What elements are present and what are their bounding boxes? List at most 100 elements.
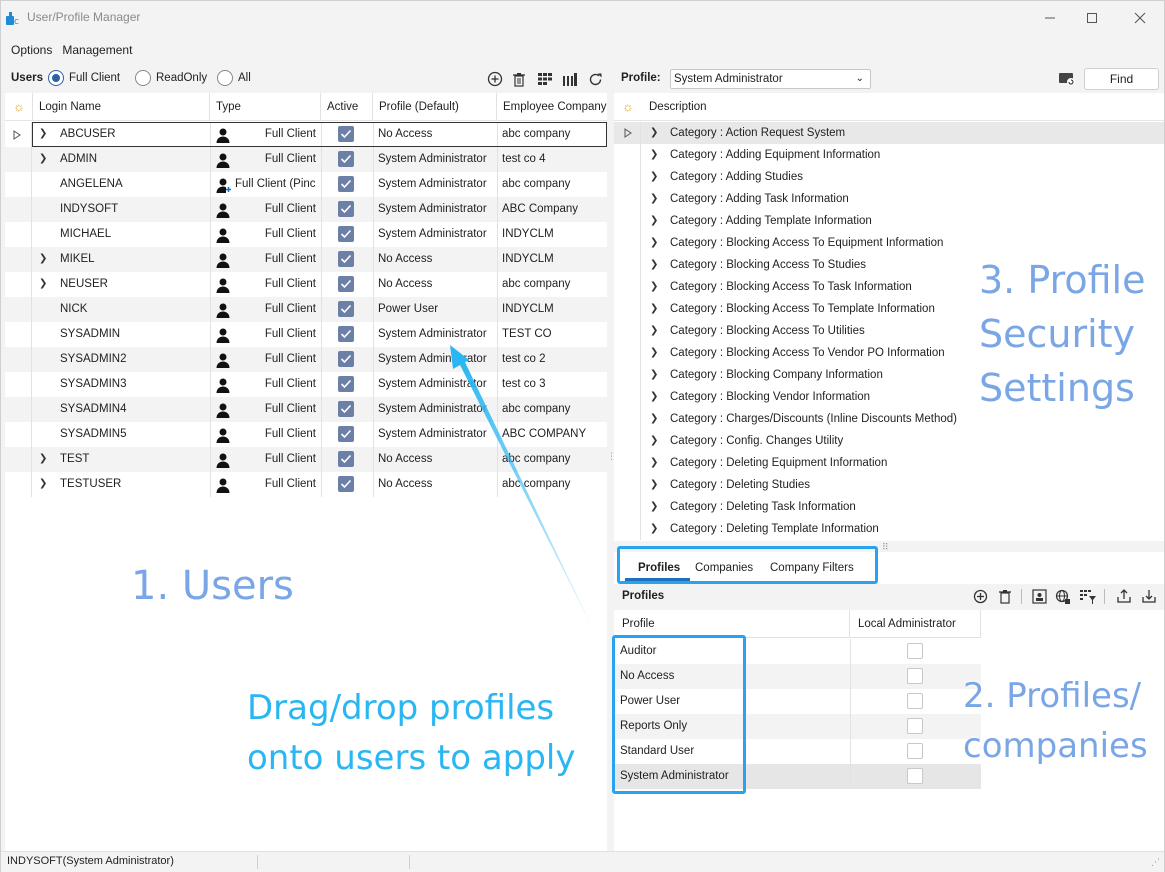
local-admin-checkbox[interactable] [907, 668, 923, 684]
menu-options[interactable]: Options [6, 41, 57, 61]
find-button[interactable]: Find [1084, 68, 1159, 90]
import-icon[interactable] [1141, 588, 1157, 604]
chevron-right-icon[interactable]: ❯ [650, 149, 662, 161]
local-admin-checkbox[interactable] [907, 743, 923, 759]
grid-layout-button[interactable] [536, 70, 554, 88]
row-indicator[interactable] [5, 122, 32, 147]
active-checkbox[interactable] [338, 376, 354, 392]
chevron-right-icon[interactable]: ❯ [650, 171, 662, 183]
chevron-right-icon[interactable]: ❯ [650, 303, 662, 315]
table-row[interactable]: ANGELENA Full Client (Pinc System Administ… [5, 172, 607, 197]
table-row[interactable]: SYSADMIN Full Client System Administrator T… [5, 322, 607, 347]
local-admin-checkbox[interactable] [907, 718, 923, 734]
active-checkbox[interactable] [338, 126, 354, 142]
chevron-right-icon[interactable]: ❯ [650, 259, 662, 271]
vertical-splitter[interactable]: ⋮ [607, 65, 616, 851]
tab-companies[interactable]: Companies [695, 562, 753, 574]
refresh-button[interactable] [586, 70, 604, 88]
chevron-right-icon[interactable]: ❯ [650, 479, 662, 491]
row-indicator[interactable] [614, 518, 641, 540]
category-row[interactable]: ❯ Category : Adding Template Information [614, 210, 1164, 232]
category-row[interactable]: ❯ Category : Deleting Task Information [614, 496, 1164, 518]
table-row[interactable]: INDYSOFT Full Client System Administrator A… [5, 197, 607, 222]
row-indicator[interactable] [5, 322, 32, 347]
chevron-right-icon[interactable]: ❯ [650, 347, 662, 359]
category-row[interactable]: ❯ Category : Adding Task Information [614, 188, 1164, 210]
chevron-right-icon[interactable]: ❯ [39, 153, 51, 165]
row-indicator[interactable] [614, 452, 641, 474]
table-row[interactable]: ❯ TEST Full Client No Access abc company [5, 447, 607, 472]
local-admin-checkbox[interactable] [907, 768, 923, 784]
profile-row[interactable]: Reports Only [614, 714, 981, 739]
row-indicator[interactable] [614, 166, 641, 188]
row-indicator[interactable] [614, 496, 641, 518]
active-checkbox[interactable] [338, 451, 354, 467]
chevron-right-icon[interactable]: ❯ [650, 435, 662, 447]
chevron-right-icon[interactable]: ❯ [650, 237, 662, 249]
row-indicator[interactable] [5, 197, 32, 222]
active-checkbox[interactable] [338, 476, 354, 492]
row-indicator[interactable] [5, 172, 32, 197]
profile-row[interactable]: Auditor [614, 639, 981, 664]
chevron-right-icon[interactable]: ❯ [650, 325, 662, 337]
row-indicator[interactable] [614, 408, 641, 430]
row-indicator[interactable] [614, 122, 641, 144]
row-indicator[interactable] [5, 147, 32, 172]
profile-row[interactable]: Power User [614, 689, 981, 714]
active-checkbox[interactable] [338, 201, 354, 217]
col-login-name[interactable]: Login Name [32, 93, 210, 121]
active-checkbox[interactable] [338, 176, 354, 192]
local-admin-checkbox[interactable] [907, 693, 923, 709]
menu-management[interactable]: Management [57, 41, 137, 61]
sun-settings-icon[interactable]: ☼ [13, 100, 27, 114]
table-row[interactable]: MICHAEL Full Client System Administrator IN… [5, 222, 607, 247]
profile-row[interactable]: No Access [614, 664, 981, 689]
delete-user-button[interactable] [510, 70, 528, 88]
profile-row[interactable]: Standard User [614, 739, 981, 764]
screen-refresh-icon[interactable] [1058, 71, 1076, 87]
col-profile-default[interactable]: Profile (Default) [373, 93, 497, 121]
row-indicator[interactable] [5, 447, 32, 472]
add-profile-icon[interactable] [973, 589, 988, 604]
row-indicator[interactable] [5, 397, 32, 422]
chevron-right-icon[interactable]: ❯ [650, 215, 662, 227]
col-local-administrator[interactable]: Local Administrator [850, 610, 981, 638]
row-indicator[interactable] [614, 188, 641, 210]
chevron-right-icon[interactable]: ❯ [650, 501, 662, 513]
chevron-right-icon[interactable]: ❯ [39, 278, 51, 290]
row-indicator[interactable] [614, 210, 641, 232]
table-row[interactable]: SYSADMIN3 Full Client System Administrator… [5, 372, 607, 397]
close-button[interactable] [1117, 1, 1163, 35]
row-indicator[interactable] [5, 347, 32, 372]
table-row[interactable]: ❯ ABCUSER Full Client No Access abc company [5, 122, 607, 147]
chevron-right-icon[interactable]: ❯ [39, 453, 51, 465]
maximize-button[interactable] [1069, 1, 1115, 35]
export-icon[interactable] [1116, 588, 1132, 604]
tab-profiles[interactable]: Profiles [638, 562, 680, 574]
row-indicator[interactable] [614, 276, 641, 298]
profile-select[interactable]: System Administrator ⌄ [670, 69, 871, 89]
category-row[interactable]: ❯ Category : Action Request System [614, 122, 1164, 144]
chevron-right-icon[interactable]: ❯ [650, 391, 662, 403]
row-indicator[interactable] [614, 232, 641, 254]
profile-row[interactable]: System Administrator [614, 764, 981, 789]
chevron-right-icon[interactable]: ❯ [39, 478, 51, 490]
category-row[interactable]: ❯ Category : Deleting Equipment Informati… [614, 452, 1164, 474]
active-checkbox[interactable] [338, 351, 354, 367]
active-checkbox[interactable] [338, 276, 354, 292]
row-indicator[interactable] [614, 474, 641, 496]
active-checkbox[interactable] [338, 326, 354, 342]
sun-settings-icon[interactable]: ☼ [622, 100, 636, 114]
table-row[interactable]: NICK Full Client Power User INDYCLM [5, 297, 607, 322]
chevron-right-icon[interactable]: ❯ [39, 253, 51, 265]
col-employee-company[interactable]: Employee Company [497, 93, 607, 121]
table-row[interactable]: ❯ NEUSER Full Client No Access abc company [5, 272, 607, 297]
chevron-right-icon[interactable]: ❯ [650, 127, 662, 139]
row-indicator[interactable] [614, 386, 641, 408]
radio-full-client[interactable]: Full Client [48, 70, 120, 86]
tab-company-filters[interactable]: Company Filters [770, 562, 854, 574]
category-row[interactable]: ❯ Category : Config. Changes Utility [614, 430, 1164, 452]
radio-readonly[interactable]: ReadOnly [135, 70, 207, 86]
col-profile[interactable]: Profile [614, 610, 850, 638]
chevron-right-icon[interactable]: ❯ [650, 523, 662, 535]
